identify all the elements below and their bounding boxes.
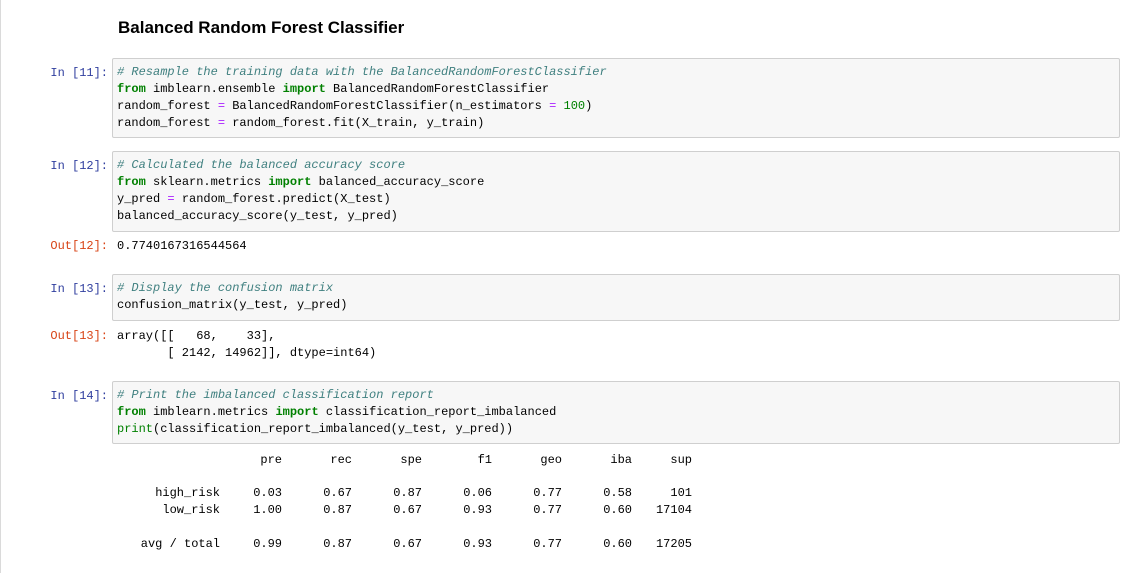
code-token: # Print the imbalanced classification re… [117,388,434,402]
output-confusion-matrix: array([[ 68, 33], [ 2142, 14962]], dtype… [117,329,377,360]
code-token: imblearn.ensemble [145,82,283,96]
code-token: balanced_accuracy_score [311,175,485,189]
report-header-pre: pre [260,453,282,467]
input-prompt-14: In [14]: [50,389,108,403]
code-line: # Calculated the balanced accuracy score [117,157,1119,174]
report-header-rec: rec [330,453,352,467]
input-prompt-12: In [12]: [50,159,108,173]
report-row-label: high_risk [155,486,220,500]
output-prompt-13: Out[13]: [50,329,108,343]
code-token: BalancedRandomForestClassifier(n_estimat… [225,99,550,113]
report-header-f1: f1 [477,453,492,467]
output-accuracy-score: 0.7740167316544564 [117,239,247,253]
code-token: ) [585,99,593,113]
report-cell-pre: 0.99 [253,537,282,551]
report-cell-f1: 0.93 [463,537,492,551]
report-cell-sup: 17205 [655,537,692,551]
code-token: import [282,82,326,96]
input-prompt-11: In [11]: [50,66,108,80]
code-token: balanced_accuracy_score(y_test, y_pred) [117,209,398,223]
report-cell-iba: 0.58 [603,486,632,500]
code-token: # Calculated the balanced accuracy score [117,158,406,172]
report-header-geo: geo [540,453,562,467]
report-cell-f1: 0.06 [463,486,492,500]
code-token: import [275,405,319,419]
code-line: from sklearn.metrics import balanced_acc… [117,174,1119,191]
report-cell-f1: 0.93 [463,503,492,517]
code-token: from [117,82,146,96]
code-token: print [117,422,154,436]
code-line: print(classification_report_imbalanced(y… [117,421,1119,438]
code-token: classification_report_imbalanced [318,405,557,419]
code-line: # Resample the training data with the Ba… [117,64,1119,81]
code-token: y_pred [117,192,168,206]
code-token: BalancedRandomForestClassifier [325,82,550,96]
report-header-sup: sup [670,453,692,467]
code-token: imblearn.metrics [145,405,276,419]
report-header-iba: iba [610,453,632,467]
report-row-label: low_risk [162,503,220,517]
code-line: from imblearn.ensemble import BalancedRa… [117,81,1119,98]
code-token: import [268,175,312,189]
code-token: confusion_matrix(y_test, y_pred) [117,298,348,312]
code-token: = [217,99,226,113]
code-token: random_forest [117,99,218,113]
code-line: confusion_matrix(y_test, y_pred) [117,297,1119,314]
code-token: # Display the confusion matrix [117,281,334,295]
report-cell-iba: 0.60 [603,537,632,551]
report-cell-iba: 0.60 [603,503,632,517]
report-cell-geo: 0.77 [533,486,562,500]
code-token: random_forest [117,116,218,130]
code-line: # Display the confusion matrix [117,280,1119,297]
code-line: random_forest = random_forest.fit(X_trai… [117,115,1119,132]
report-cell-spe: 0.67 [393,537,422,551]
report-cell-sup: 17104 [655,503,692,517]
markdown-heading: Balanced Random Forest Classifier [118,18,405,37]
code-token: random_forest.predict(X_test) [174,192,391,206]
code-token: sklearn.metrics [145,175,269,189]
report-cell-spe: 0.67 [393,503,422,517]
code-token: random_forest.fit(X_train, y_train) [225,116,485,130]
report-cell-rec: 0.87 [323,537,352,551]
report-cell-rec: 0.67 [323,486,352,500]
code-line: balanced_accuracy_score(y_test, y_pred) [117,208,1119,225]
code-token: = [167,192,175,206]
code-cell-12[interactable]: # Calculated the balanced accuracy score… [112,151,1120,232]
report-cell-geo: 0.77 [533,503,562,517]
report-cell-rec: 0.87 [323,503,352,517]
code-token: # Resample the training data with the Ba… [117,65,607,79]
code-token: from [117,405,146,419]
report-cell-pre: 0.03 [253,486,282,500]
code-cell-11[interactable]: # Resample the training data with the Ba… [112,58,1120,138]
code-line: # Print the imbalanced classification re… [117,387,1119,404]
report-cell-pre: 1.00 [253,503,282,517]
output-prompt-12: Out[12]: [50,239,108,253]
code-token: 100 [563,99,586,113]
code-token: from [117,175,146,189]
code-token: (classification_report_imbalanced(y_test… [153,422,514,436]
code-cell-13[interactable]: # Display the confusion matrix confusion_… [112,274,1120,321]
code-line: from imblearn.metrics import classificat… [117,404,1119,421]
code-line: random_forest = BalancedRandomForestClas… [117,98,1119,115]
input-prompt-13: In [13]: [50,282,108,296]
code-line: y_pred = random_forest.predict(X_test) [117,191,1119,208]
code-cell-14[interactable]: # Print the imbalanced classification re… [112,381,1120,444]
classification-report-output: pre rec spe f1 geo iba sup high_risk 0.03… [112,450,732,560]
report-cell-geo: 0.77 [533,537,562,551]
code-token: = [217,116,226,130]
report-header-spe: spe [400,453,422,467]
report-cell-sup: 101 [670,486,692,500]
report-cell-spe: 0.87 [393,486,422,500]
report-row-label: avg / total [140,537,220,551]
